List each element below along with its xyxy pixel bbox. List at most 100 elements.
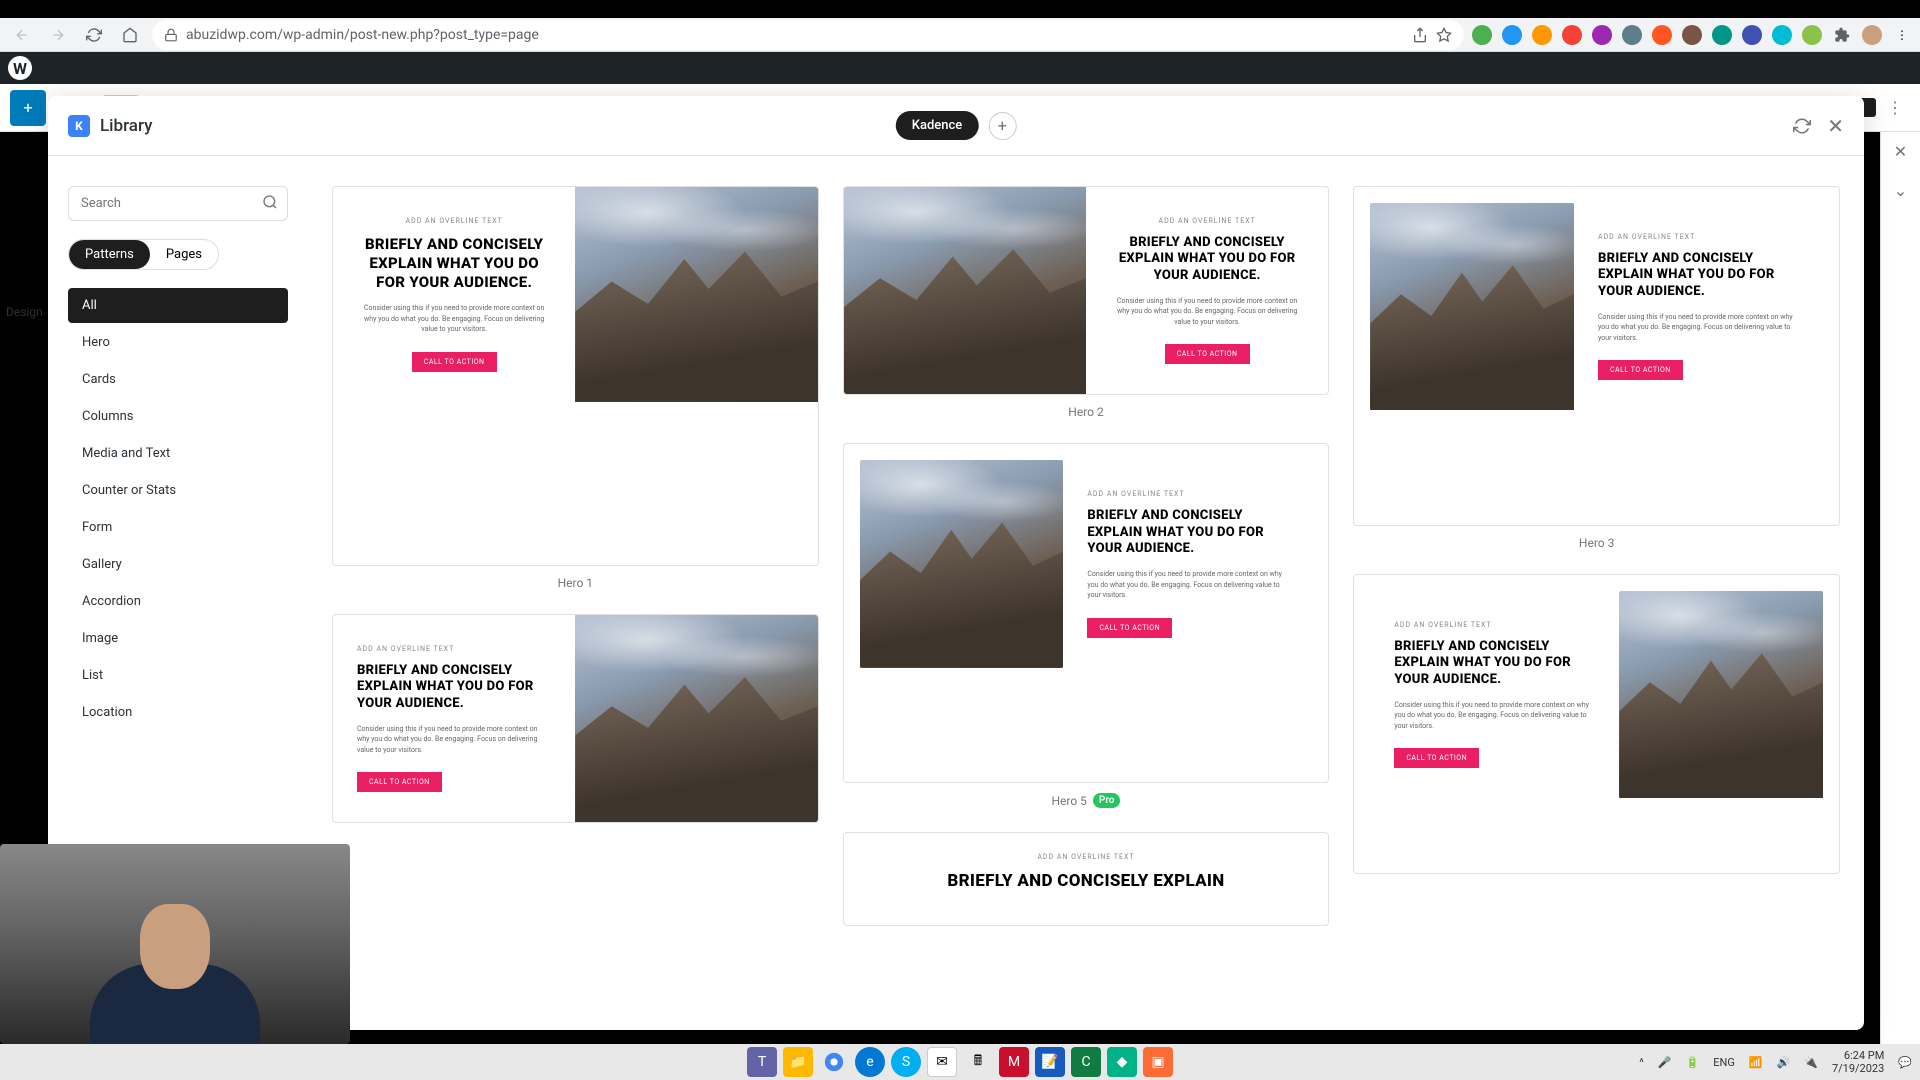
pattern-hero-6[interactable]: ADD AN OVERLINE TEXT BRIEFLY AND CONCISE… bbox=[843, 832, 1330, 925]
edge-icon[interactable]: e bbox=[855, 1047, 885, 1077]
volume-icon[interactable]: 🔊 bbox=[1777, 1056, 1791, 1069]
tab-kadence[interactable]: Kadence bbox=[896, 111, 979, 140]
cat-cards[interactable]: Cards bbox=[68, 362, 288, 397]
filter-pages[interactable]: Pages bbox=[150, 240, 218, 269]
wp-admin-bar: W bbox=[0, 52, 1920, 84]
menu-icon[interactable]: ⋮ bbox=[1892, 25, 1912, 45]
close-library-button[interactable]: ✕ bbox=[1827, 114, 1844, 138]
mcafee-icon[interactable]: M bbox=[999, 1047, 1029, 1077]
search-box bbox=[68, 186, 288, 221]
lock-icon bbox=[164, 28, 178, 42]
address-bar[interactable]: abuzidwp.com/wp-admin/post-new.php?post_… bbox=[152, 20, 1464, 50]
forward-button[interactable] bbox=[44, 21, 72, 49]
heading: BRIEFLY AND CONCISELY EXPLAIN WHAT YOU D… bbox=[1087, 508, 1288, 557]
profile-avatar[interactable] bbox=[1862, 25, 1882, 45]
refresh-icon[interactable] bbox=[1793, 117, 1811, 135]
ext-icon[interactable] bbox=[1772, 25, 1792, 45]
cat-image[interactable]: Image bbox=[68, 621, 288, 656]
pattern-hero-4[interactable]: ADD AN OVERLINE TEXT BRIEFLY AND CONCISE… bbox=[332, 614, 819, 823]
pattern-hero-1[interactable]: ADD AN OVERLINE TEXT BRIEFLY AND CONCISE… bbox=[332, 186, 819, 590]
pattern-label: Hero 5 Pro bbox=[1051, 793, 1120, 808]
cat-location[interactable]: Location bbox=[68, 695, 288, 730]
settings-icon[interactable]: ⋮ bbox=[1880, 98, 1910, 117]
cat-form[interactable]: Form bbox=[68, 510, 288, 545]
notifications-icon[interactable]: 💬 bbox=[1898, 1056, 1912, 1069]
close-panel-icon[interactable]: ✕ bbox=[1894, 142, 1907, 161]
cat-all[interactable]: All bbox=[68, 288, 288, 323]
pattern-hero-5[interactable]: ADD AN OVERLINE TEXT BRIEFLY AND CONCISE… bbox=[843, 443, 1330, 808]
lang-indicator[interactable]: ENG bbox=[1713, 1056, 1735, 1069]
ext-icon[interactable] bbox=[1622, 25, 1642, 45]
ext-icon[interactable] bbox=[1712, 25, 1732, 45]
ext-icon[interactable] bbox=[1652, 25, 1672, 45]
app-icon[interactable]: ◆ bbox=[1107, 1047, 1137, 1077]
extensions-menu-icon[interactable] bbox=[1832, 25, 1852, 45]
filter-patterns[interactable]: Patterns bbox=[69, 240, 150, 269]
wifi-icon[interactable]: 📶 bbox=[1749, 1056, 1763, 1069]
bookmark-icon[interactable] bbox=[1436, 27, 1452, 43]
clock[interactable]: 6:24 PM 7/19/2023 bbox=[1832, 1049, 1884, 1075]
webcam-overlay bbox=[0, 844, 350, 1044]
ext-icon[interactable] bbox=[1562, 25, 1582, 45]
desc: Consider using this if you need to provi… bbox=[357, 303, 551, 335]
share-icon[interactable] bbox=[1412, 27, 1428, 43]
heading: BRIEFLY AND CONCISELY EXPLAIN bbox=[864, 871, 1309, 892]
ext-icon[interactable] bbox=[1472, 25, 1492, 45]
ext-icon[interactable] bbox=[1682, 25, 1702, 45]
overline: ADD AN OVERLINE TEXT bbox=[1110, 217, 1304, 225]
camtasia-icon[interactable]: C bbox=[1071, 1047, 1101, 1077]
add-tab-button[interactable]: + bbox=[988, 112, 1016, 140]
teams-icon[interactable]: T bbox=[747, 1047, 777, 1077]
ext-icon[interactable] bbox=[1532, 25, 1552, 45]
search-input[interactable] bbox=[68, 186, 288, 221]
overline: ADD AN OVERLINE TEXT bbox=[1598, 233, 1799, 241]
battery-icon[interactable]: 🔋 bbox=[1686, 1056, 1700, 1069]
cat-counter[interactable]: Counter or Stats bbox=[68, 473, 288, 508]
home-button[interactable] bbox=[116, 21, 144, 49]
cat-media-text[interactable]: Media and Text bbox=[68, 436, 288, 471]
pattern-hero-2[interactable]: ADD AN OVERLINE TEXT BRIEFLY AND CONCISE… bbox=[843, 186, 1330, 419]
pattern-hero-3[interactable]: ADD AN OVERLINE TEXT BRIEFLY AND CONCISE… bbox=[1353, 186, 1840, 550]
pattern-hero-partial[interactable]: ADD AN OVERLINE TEXT BRIEFLY AND CONCISE… bbox=[1353, 574, 1840, 874]
cta-button: CALL TO ACTION bbox=[1394, 748, 1479, 768]
app-icon[interactable]: ▣ bbox=[1143, 1047, 1173, 1077]
cat-columns[interactable]: Columns bbox=[68, 399, 288, 434]
library-header: K Library Kadence + ✕ bbox=[48, 96, 1864, 156]
search-icon[interactable] bbox=[262, 194, 278, 214]
cat-gallery[interactable]: Gallery bbox=[68, 547, 288, 582]
cta-button: CALL TO ACTION bbox=[357, 772, 442, 792]
explorer-icon[interactable]: 📁 bbox=[783, 1047, 813, 1077]
chevron-down-icon[interactable]: ⌄ bbox=[1894, 181, 1907, 200]
notepad-icon[interactable]: 📝 bbox=[1035, 1047, 1065, 1077]
cta-button: CALL TO ACTION bbox=[1087, 618, 1172, 638]
power-icon[interactable]: 🔌 bbox=[1804, 1056, 1818, 1069]
ext-icon[interactable] bbox=[1802, 25, 1822, 45]
pattern-label: Hero 2 bbox=[1068, 405, 1103, 419]
add-block-button[interactable]: + bbox=[10, 90, 46, 126]
chrome-icon[interactable] bbox=[819, 1047, 849, 1077]
reload-button[interactable] bbox=[80, 21, 108, 49]
extension-icons: ⋮ bbox=[1472, 25, 1912, 45]
cat-accordion[interactable]: Accordion bbox=[68, 584, 288, 619]
calculator-icon[interactable]: 🖩 bbox=[963, 1047, 993, 1077]
mail-icon[interactable]: ✉ bbox=[927, 1047, 957, 1077]
cta-button: CALL TO ACTION bbox=[412, 352, 497, 372]
hero-image bbox=[860, 460, 1064, 667]
cat-list[interactable]: List bbox=[68, 658, 288, 693]
heading: BRIEFLY AND CONCISELY EXPLAIN WHAT YOU D… bbox=[357, 235, 551, 291]
url-text: abuzidwp.com/wp-admin/post-new.php?post_… bbox=[186, 27, 1404, 43]
ext-icon[interactable] bbox=[1742, 25, 1762, 45]
mic-icon[interactable]: 🎤 bbox=[1658, 1056, 1672, 1069]
pattern-grid[interactable]: ADD AN OVERLINE TEXT BRIEFLY AND CONCISE… bbox=[308, 156, 1864, 1030]
wp-logo-icon[interactable]: W bbox=[8, 56, 32, 80]
desc: Consider using this if you need to provi… bbox=[1110, 296, 1304, 328]
back-button[interactable] bbox=[8, 21, 36, 49]
skype-icon[interactable]: S bbox=[891, 1047, 921, 1077]
pro-badge: Pro bbox=[1093, 793, 1121, 808]
desc: Consider using this if you need to provi… bbox=[1598, 312, 1799, 344]
cat-hero[interactable]: Hero bbox=[68, 325, 288, 360]
tray-chevron-icon[interactable]: ^ bbox=[1639, 1056, 1644, 1069]
hero-image bbox=[575, 187, 817, 402]
ext-icon[interactable] bbox=[1592, 25, 1612, 45]
ext-icon[interactable] bbox=[1502, 25, 1522, 45]
